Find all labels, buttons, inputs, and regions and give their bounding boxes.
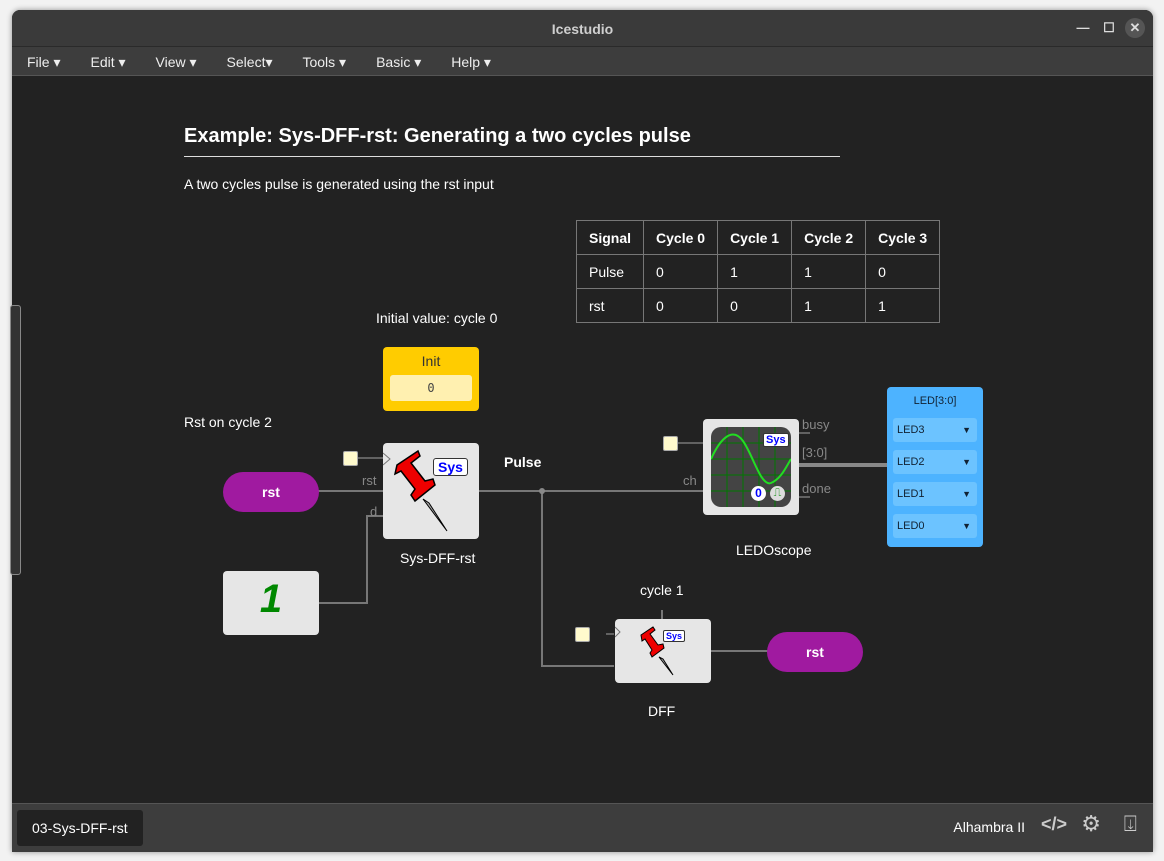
doc-subtitle: A two cycles pulse is generated using th… (184, 176, 494, 192)
cell: 1 (717, 254, 793, 289)
sys-dff-rst-name: Sys-DFF-rst (400, 550, 476, 566)
clock-input[interactable] (343, 451, 358, 466)
led-output-block[interactable]: LED[3:0] LED3 ▼ LED2 ▼ LED1 ▼ LED0 ▼ (887, 387, 983, 547)
tab-design[interactable]: 03-Sys-DFF-rst (17, 810, 143, 846)
port-d-label: d (370, 504, 378, 519)
ledoscope-name: LEDOscope (736, 542, 812, 558)
led-label: LED2 (897, 456, 925, 468)
note-rst-cycle: Rst on cycle 2 (184, 414, 272, 430)
port-bus-label: [3:0] (802, 445, 828, 460)
led-label: LED3 (897, 424, 925, 436)
constant-value: 1 (259, 577, 283, 621)
sys-dff-rst-block[interactable]: Sys (382, 443, 479, 539)
note-initial: Initial value: cycle 0 (376, 310, 498, 326)
sys-badge: Sys (763, 433, 789, 447)
pulse-label: Pulse (504, 454, 542, 470)
window-title: Icestudio (551, 21, 614, 37)
th: Cycle 0 (643, 220, 719, 255)
clock-input[interactable] (575, 627, 590, 642)
dff-name: DFF (648, 703, 676, 719)
led-label: LED0 (897, 520, 925, 532)
minimize-icon[interactable]: — (1073, 18, 1093, 38)
code-icon[interactable]: </> (1041, 814, 1067, 835)
counter-badge: 0 (751, 486, 766, 501)
maximize-icon[interactable]: ☐ (1099, 18, 1119, 38)
cell: 0 (643, 254, 719, 289)
led-title: LED[3:0] (913, 395, 957, 407)
cell: 0 (717, 288, 793, 323)
menu-view[interactable]: View ▾ (156, 47, 197, 75)
chevron-down-icon: ▼ (962, 425, 971, 435)
menu-tools[interactable]: Tools ▾ (302, 47, 346, 75)
dff-block[interactable]: Sys (614, 619, 711, 683)
close-icon[interactable]: ✕ (1125, 18, 1145, 38)
table-row: rst 0 0 1 1 (575, 288, 941, 323)
cell: 1 (791, 254, 867, 289)
sys-badge: Sys (433, 458, 468, 476)
status-bar: 03-Sys-DFF-rst Alhambra II </> ⚙ ⍗ (12, 803, 1153, 852)
led-label: LED1 (897, 488, 925, 500)
cell: 0 (643, 288, 719, 323)
port-busy-label: busy (802, 417, 830, 432)
th: Cycle 1 (717, 220, 793, 255)
pulse-icon: ⎍ (770, 486, 785, 501)
menu-bar: File ▾ Edit ▾ View ▾ Select▾ Tools ▾ Bas… (12, 46, 1153, 76)
rst-input-pin[interactable]: rst (223, 472, 319, 512)
doc-heading: Example: Sys-DFF-rst: Generating a two c… (184, 125, 840, 157)
design-canvas[interactable]: Example: Sys-DFF-rst: Generating a two c… (12, 76, 1153, 803)
cell: 0 (865, 254, 941, 289)
menu-select[interactable]: Select▾ (227, 47, 273, 75)
th: Signal (575, 220, 645, 255)
note-cycle1: cycle 1 (640, 582, 684, 598)
sys-badge: Sys (663, 630, 686, 642)
board-selector[interactable]: Alhambra II (953, 819, 1025, 835)
cell: rst (575, 288, 645, 323)
init-value-input[interactable]: 0 (390, 375, 472, 401)
init-label: Init (421, 353, 441, 369)
rst-output-pin[interactable]: rst (767, 632, 863, 672)
table-row: Pulse 0 1 1 0 (575, 254, 941, 289)
cell: 1 (865, 288, 941, 323)
led3-select[interactable]: LED3 ▼ (893, 418, 977, 442)
port-done-label: done (802, 481, 831, 496)
menu-help[interactable]: Help ▾ (451, 47, 491, 75)
init-block[interactable]: Init 0 (383, 347, 479, 411)
title-bar: Icestudio — ☐ ✕ (12, 10, 1153, 46)
clock-input[interactable] (663, 436, 678, 451)
port-ch-label: ch (683, 473, 697, 488)
constant-one-block[interactable]: 1 (223, 571, 319, 635)
download-icon[interactable]: ⍗ (1124, 811, 1137, 837)
th: Cycle 3 (865, 220, 941, 255)
led2-select[interactable]: LED2 ▼ (893, 450, 977, 474)
led1-select[interactable]: LED1 ▼ (893, 482, 977, 506)
menu-file[interactable]: File ▾ (27, 47, 60, 75)
pulse-table: Signal Cycle 0 Cycle 1 Cycle 2 Cycle 3 Pulse… (575, 220, 941, 323)
side-panel-handle[interactable] (10, 305, 21, 575)
chevron-down-icon: ▼ (962, 489, 971, 499)
pushpin-icon (614, 626, 674, 676)
gear-code-icon[interactable]: ⚙ (1081, 811, 1101, 837)
menu-basic[interactable]: Basic ▾ (376, 47, 421, 75)
cell: Pulse (575, 254, 645, 289)
wire-d (318, 515, 384, 604)
th: Cycle 2 (791, 220, 867, 255)
cell: 1 (791, 288, 867, 323)
port-rst-label: rst (362, 473, 377, 488)
app-window: Icestudio — ☐ ✕ File ▾ Edit ▾ View ▾ Sel… (12, 10, 1153, 852)
ledoscope-block[interactable]: Sys 0 ⎍ (703, 419, 799, 515)
led0-select[interactable]: LED0 ▼ (893, 514, 977, 538)
chevron-down-icon: ▼ (962, 457, 971, 467)
menu-edit[interactable]: Edit ▾ (90, 47, 125, 75)
chevron-down-icon: ▼ (962, 521, 971, 531)
